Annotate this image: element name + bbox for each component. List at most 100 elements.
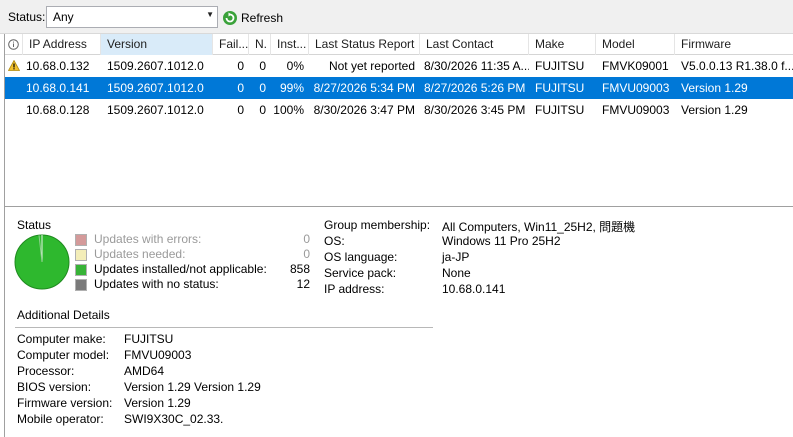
info-label-service-pack: Service pack:: [324, 266, 397, 280]
cell-version: 1509.2607.1012.0: [107, 81, 204, 95]
cell-ip-address: 10.68.0.132: [26, 59, 90, 73]
column-header-needed[interactable]: N.: [249, 34, 271, 55]
cell-failed: 0: [237, 81, 244, 95]
legend-label: Updates with errors:: [94, 232, 202, 246]
computers-grid: IP Address Version Fail... N. Inst... La…: [4, 34, 793, 226]
legend-row-errors: Updates with errors: 0: [75, 232, 310, 247]
status-pie-chart: [14, 234, 70, 290]
legend-count: 858: [289, 262, 310, 276]
legend-swatch-installed: [75, 263, 87, 276]
info-value-os-language: ja-JP: [442, 250, 470, 264]
warning-icon: [7, 59, 21, 71]
refresh-button[interactable]: Refresh: [222, 8, 283, 28]
info-label-os: OS:: [324, 234, 345, 248]
legend-swatch-errors: [75, 233, 87, 246]
cell-make: FUJITSU: [535, 81, 585, 95]
cell-make: FUJITSU: [535, 59, 585, 73]
grid-header: IP Address Version Fail... N. Inst... La…: [5, 34, 793, 55]
legend-swatch-no-status: [75, 278, 87, 291]
detail-value-firmware-version: Version 1.29: [124, 396, 191, 410]
info-value-service-pack: None: [442, 266, 471, 280]
legend-count: 12: [296, 277, 310, 291]
detail-label-computer-make: Computer make:: [17, 332, 106, 346]
detail-value-computer-model: FMVU09003: [124, 348, 192, 362]
status-section-title: Status: [17, 218, 52, 232]
detail-label-bios-version: BIOS version:: [17, 380, 92, 394]
legend-label: Updates installed/not applicable:: [94, 262, 267, 276]
info-value-group-membership: All Computers, Win11_25H2, 問題機: [442, 220, 636, 234]
legend-count: 0: [303, 247, 310, 261]
column-header-last-contact[interactable]: Last Contact: [420, 34, 529, 55]
additional-details-title: Additional Details: [17, 308, 110, 322]
legend-row-no-status: Updates with no status: 12: [75, 277, 310, 292]
cell-model: FMVK09001: [602, 59, 669, 73]
detail-label-firmware-version: Firmware version:: [17, 396, 113, 410]
table-row[interactable]: 10.68.0.132 1509.2607.1012.0 0 0 0% Not …: [5, 55, 793, 77]
info-icon: [8, 39, 19, 50]
cell-version: 1509.2607.1012.0: [107, 59, 204, 73]
cell-installed: 99%: [279, 81, 304, 95]
status-filter-dropdown[interactable]: Any ▼: [46, 6, 218, 28]
cell-needed: 0: [259, 59, 266, 73]
detail-value-processor: AMD64: [124, 364, 165, 378]
column-header-model[interactable]: Model: [596, 34, 675, 55]
table-row[interactable]: 10.68.0.128 1509.2607.1012.0 0 0 100% 8/…: [5, 99, 793, 121]
cell-installed: 0%: [286, 59, 304, 73]
info-label-group-membership: Group membership:: [324, 218, 431, 232]
legend-label: Updates needed:: [94, 247, 186, 261]
cell-version: 1509.2607.1012.0: [107, 103, 204, 117]
cell-needed: 0: [259, 81, 266, 95]
detail-value-bios-version: Version 1.29 Version 1.29: [124, 380, 261, 394]
table-row-selected[interactable]: 10.68.0.141 1509.2607.1012.0 0 0 99% 8/2…: [5, 77, 793, 99]
cell-last-contact: 8/30/2026 3:45 PM: [424, 103, 526, 117]
detail-label-mobile-operator: Mobile operator:: [17, 412, 104, 426]
legend-swatch-needed: [75, 248, 87, 261]
column-header-ip-address[interactable]: IP Address: [23, 34, 101, 55]
cell-last-status-report: Not yet reported: [328, 59, 415, 73]
info-column-header[interactable]: [5, 34, 23, 55]
cell-last-contact: 8/30/2026 11:35 A...: [424, 59, 529, 73]
info-value-os: Windows 11 Pro 25H2: [442, 234, 561, 248]
legend-row-needed: Updates needed: 0: [75, 247, 310, 262]
detail-label-computer-model: Computer model:: [17, 348, 110, 362]
toolbar: Status: Any ▼ Refresh: [0, 0, 793, 34]
column-header-failed[interactable]: Fail...: [213, 34, 249, 55]
column-header-installed[interactable]: Inst...: [271, 34, 309, 55]
cell-failed: 0: [237, 103, 244, 117]
column-header-make[interactable]: Make: [529, 34, 596, 55]
cell-installed: 100%: [273, 103, 304, 117]
cell-make: FUJITSU: [535, 103, 585, 117]
info-value-ip-address: 10.68.0.141: [442, 282, 506, 296]
section-divider: [15, 327, 433, 328]
row-indicator: [5, 77, 23, 99]
dropdown-arrow-icon: ▼: [206, 10, 214, 19]
status-filter-label: Status:: [8, 10, 46, 24]
legend-label: Updates with no status:: [94, 277, 219, 291]
cell-firmware: V5.0.0.13 R1.38.0 f...: [681, 59, 793, 73]
cell-firmware: Version 1.29: [681, 81, 748, 95]
column-header-version[interactable]: Version: [101, 34, 213, 55]
cell-ip-address: 10.68.0.141: [26, 81, 90, 95]
details-pane: Status Updates with errors: 0 Updates ne…: [4, 206, 793, 437]
cell-model: FMVU09003: [602, 103, 670, 117]
detail-value-mobile-operator: SWI9X30C_02.33.: [124, 412, 224, 426]
info-label-os-language: OS language:: [324, 250, 398, 264]
warning-icon-cell: [5, 55, 23, 77]
refresh-icon: [223, 11, 237, 25]
detail-label-processor: Processor:: [17, 364, 75, 378]
legend-row-installed: Updates installed/not applicable: 858: [75, 262, 310, 277]
column-header-firmware[interactable]: Firmware: [675, 34, 793, 55]
info-label-ip-address: IP address:: [324, 282, 385, 296]
status-filter-value: Any: [53, 10, 74, 24]
cell-last-contact: 8/27/2026 5:26 PM: [424, 81, 526, 95]
cell-ip-address: 10.68.0.128: [26, 103, 90, 117]
cell-needed: 0: [259, 103, 266, 117]
cell-last-status-report: 8/27/2026 5:34 PM: [313, 81, 415, 95]
cell-last-status-report: 8/30/2026 3:47 PM: [313, 103, 415, 117]
cell-firmware: Version 1.29: [681, 103, 748, 117]
row-indicator: [5, 99, 23, 121]
legend-count: 0: [303, 232, 310, 246]
refresh-label: Refresh: [241, 11, 284, 25]
detail-value-computer-make: FUJITSU: [124, 332, 174, 346]
column-header-last-status-report[interactable]: Last Status Report: [309, 34, 420, 55]
